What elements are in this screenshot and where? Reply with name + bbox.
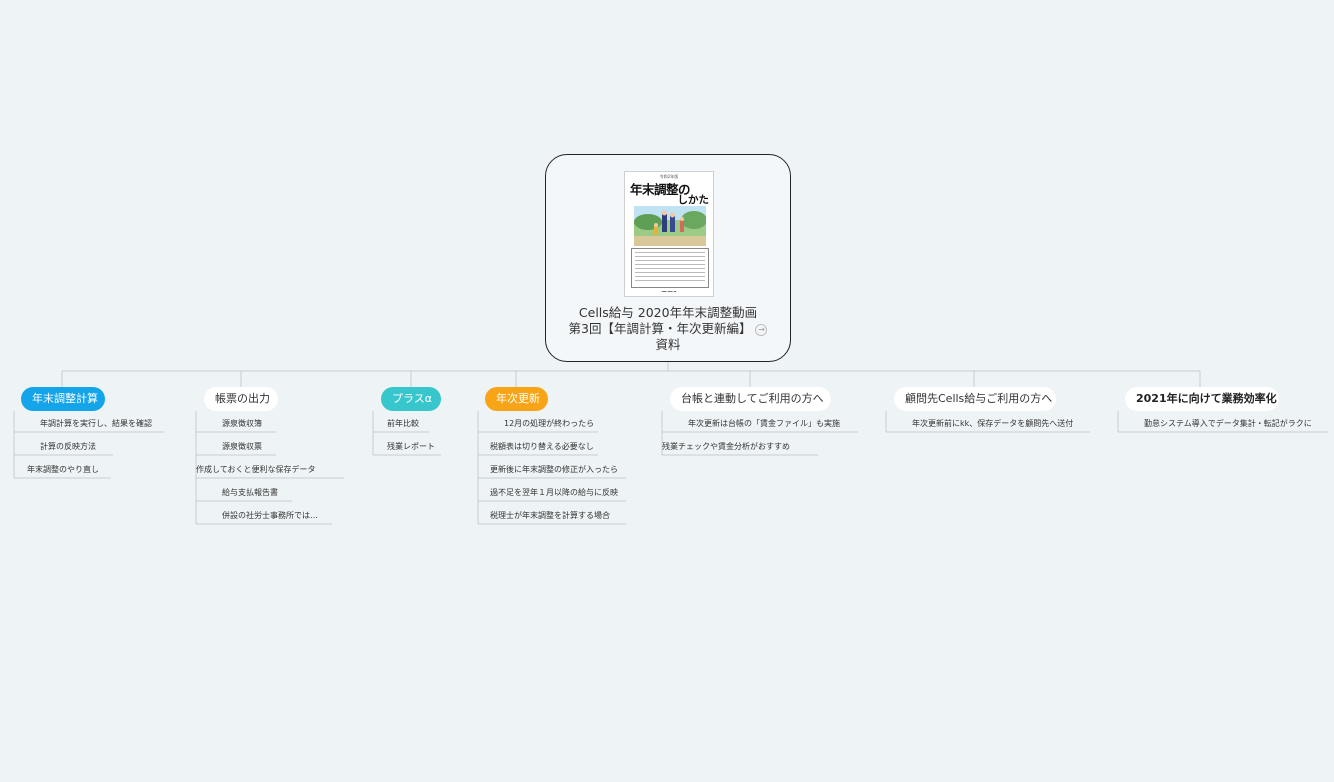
- topic-3[interactable]: プラスα: [381, 387, 441, 411]
- central-title: Cells給与 2020年年末調整動画 第3回【年調計算・年次更新編】 → 資料: [546, 305, 790, 353]
- topic-6[interactable]: 顧問先Cells給与ご利用の方へ: [894, 387, 1056, 411]
- subtopic-item[interactable]: 残業レポート: [387, 441, 435, 453]
- subtopic-item[interactable]: 計算の反映方法: [40, 441, 96, 453]
- subtopic-item[interactable]: 年次更新は台帳の「賃金ファイル」も実施: [688, 418, 840, 430]
- central-title-line2-row: 第3回【年調計算・年次更新編】 →: [546, 321, 790, 337]
- subtopic-item[interactable]: 更新後に年末調整の修正が入ったら: [490, 464, 618, 476]
- subtopic-item[interactable]: 12月の処理が終わったら: [504, 418, 594, 430]
- subtopic-item[interactable]: 作成しておくと便利な保存データ: [196, 464, 316, 476]
- subtopic-item[interactable]: 前年比較: [387, 418, 419, 430]
- topic-5[interactable]: 台帳と連動してご利用の方へ: [670, 387, 831, 411]
- subtopic-item[interactable]: 給与支払報告書: [222, 487, 278, 499]
- topic-1[interactable]: 年末調整計算: [21, 387, 105, 411]
- central-title-line2: 第3回【年調計算・年次更新編】: [568, 321, 752, 336]
- topic-4[interactable]: 年次更新: [485, 387, 548, 411]
- subtopic-item[interactable]: 年末調整のやり直し: [27, 464, 99, 476]
- book-title-line2: しかた: [677, 194, 710, 206]
- topic-7[interactable]: 2021年に向けて業務効率化: [1125, 387, 1279, 411]
- book-text-box: [631, 248, 709, 288]
- subtopic-item[interactable]: 過不足を翌年１月以降の給与に反映: [490, 487, 618, 499]
- central-title-line1: Cells給与 2020年年末調整動画: [578, 305, 758, 320]
- subtopic-item[interactable]: 源泉徴収票: [222, 441, 262, 453]
- central-title-line3: 資料: [655, 337, 681, 352]
- subtopic-item[interactable]: 源泉徴収簿: [222, 418, 262, 430]
- subtopic-item[interactable]: 勤怠システム導入でデータ集計・転記がラクに: [1144, 418, 1312, 430]
- subtopic-item[interactable]: 併設の社労士事務所では…: [222, 510, 318, 522]
- book-illustration: [634, 206, 706, 246]
- central-topic[interactable]: 令和2年版 年末調整の しかた ━━ ━━ ━ Cells給与 2020年年末調…: [545, 154, 791, 362]
- subtopic-item[interactable]: 残業チェックや賃金分析がおすすめ: [662, 441, 790, 453]
- subtopic-item[interactable]: 税額表は切り替える必要なし: [490, 441, 594, 453]
- arrow-right-circle-icon[interactable]: →: [755, 323, 768, 336]
- subtopic-item[interactable]: 税理士が年末調整を計算する場合: [490, 510, 610, 522]
- book-cover-image: 令和2年版 年末調整の しかた ━━ ━━ ━: [624, 171, 714, 297]
- book-footer: ━━ ━━ ━: [661, 289, 677, 294]
- subtopic-item[interactable]: 年次更新前にkk、保存データを顧問先へ送付: [912, 418, 1073, 430]
- subtopic-item[interactable]: 年調計算を実行し、結果を確認: [40, 418, 152, 430]
- topic-2[interactable]: 帳票の出力: [204, 387, 278, 411]
